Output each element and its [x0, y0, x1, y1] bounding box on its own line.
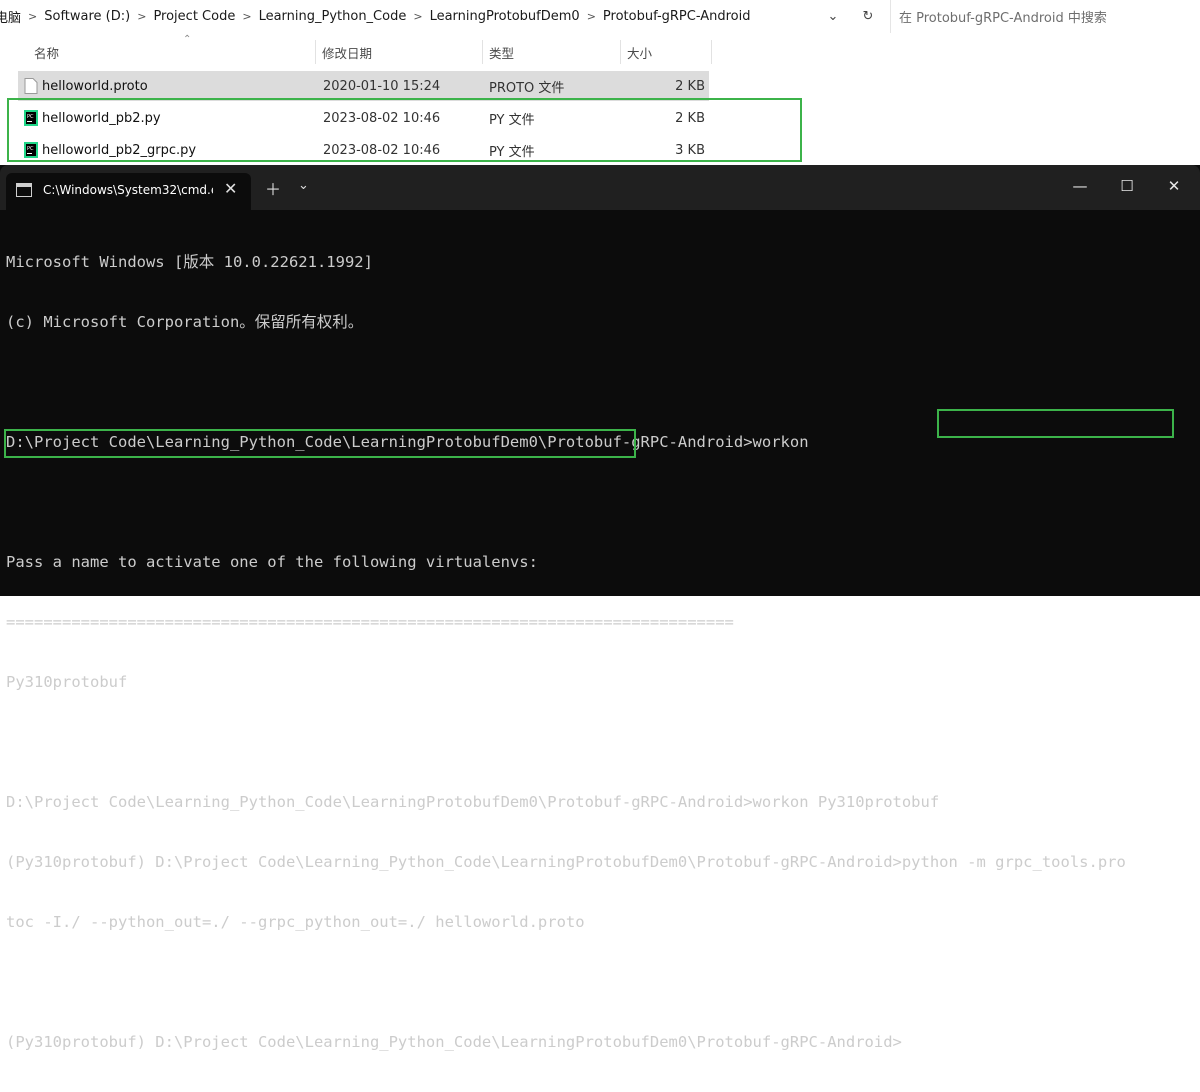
highlight-command-part1 [937, 409, 1174, 438]
breadcrumb: 电脑 > Software (D:) > Project Code > Lear… [0, 0, 756, 33]
file-type: PROTO 文件 [489, 80, 565, 96]
file-size: 2 KB [675, 78, 705, 94]
file-explorer-window: 电脑 > Software (D:) > Project Code > Lear… [0, 0, 1200, 165]
search-input[interactable]: 在 Protobuf-gRPC-Android 中搜索 [890, 0, 1200, 33]
blank-file-icon [24, 78, 38, 94]
chevron-right-icon[interactable]: > [585, 10, 598, 23]
console-line: (Py310protobuf) D:\Project Code\Learning… [6, 1033, 902, 1051]
refresh-icon[interactable]: ↻ [857, 6, 879, 26]
file-modified: 2020-01-10 15:24 [323, 78, 441, 94]
column-headers: ⌃ 名称 修改日期 类型 大小 [18, 34, 712, 64]
highlight-generated-files [7, 98, 802, 162]
plus-icon[interactable]: ＋ [265, 176, 281, 200]
console-line: (Py310protobuf) D:\Project Code\Learning… [6, 853, 1126, 871]
console-line: Pass a name to activate one of the follo… [6, 553, 538, 571]
breadcrumb-item-drive[interactable]: Software (D:) [39, 9, 135, 24]
breadcrumb-item-current[interactable]: Protobuf-gRPC-Android [598, 9, 756, 24]
terminal-window: C:\Windows\System32\cmd.exe ✕ ＋ ⌄ — ☐ ✕ … [0, 165, 1200, 1051]
console-line: toc -I./ --python_out=./ --grpc_python_o… [6, 913, 585, 931]
breadcrumb-item-protobuf-demo[interactable]: LearningProtobufDem0 [425, 9, 585, 24]
tab-title: C:\Windows\System32\cmd.exe [43, 183, 213, 197]
address-bar[interactable]: 电脑 > Software (D:) > Project Code > Lear… [0, 0, 1200, 33]
column-header-name[interactable]: 名称 [18, 40, 316, 64]
close-icon[interactable]: ✕ [224, 179, 237, 198]
column-header-type[interactable]: 类型 [483, 40, 621, 64]
maximize-icon[interactable]: ☐ [1107, 173, 1147, 199]
tab-cmd[interactable]: C:\Windows\System32\cmd.exe ✕ [6, 173, 251, 210]
highlight-command-part2 [4, 429, 636, 458]
chevron-right-icon[interactable]: > [240, 10, 253, 23]
terminal-titlebar[interactable]: C:\Windows\System32\cmd.exe ✕ ＋ ⌄ — ☐ ✕ [0, 165, 1200, 210]
console-line: Py310protobuf [6, 673, 128, 691]
console-line: D:\Project Code\Learning_Python_Code\Lea… [6, 793, 940, 811]
console-line: Microsoft Windows [版本 10.0.22621.1992] [6, 253, 373, 271]
chevron-right-icon[interactable]: > [411, 10, 424, 23]
file-name: helloworld.proto [42, 78, 148, 94]
console-output[interactable]: Microsoft Windows [版本 10.0.22621.1992] (… [6, 212, 1196, 1092]
console-line: (c) Microsoft Corporation。保留所有权利。 [6, 313, 364, 331]
chevron-down-icon[interactable]: ⌄ [822, 6, 844, 26]
chevron-down-icon[interactable]: ⌄ [298, 178, 309, 193]
breadcrumb-item-pc[interactable]: 电脑 [0, 7, 26, 26]
column-header-size[interactable]: 大小 [621, 40, 712, 64]
minimize-icon[interactable]: — [1060, 173, 1100, 199]
console-line: ========================================… [6, 613, 734, 631]
breadcrumb-item-project-code[interactable]: Project Code [148, 9, 240, 24]
console-icon [16, 183, 32, 197]
chevron-right-icon[interactable]: > [135, 10, 148, 23]
breadcrumb-item-learning-python[interactable]: Learning_Python_Code [254, 9, 412, 24]
chevron-right-icon[interactable]: > [26, 10, 39, 23]
file-row[interactable]: helloworld.proto 2020-01-10 15:24 PROTO … [18, 71, 709, 101]
column-header-modified[interactable]: 修改日期 [316, 40, 483, 64]
close-icon[interactable]: ✕ [1154, 173, 1194, 199]
